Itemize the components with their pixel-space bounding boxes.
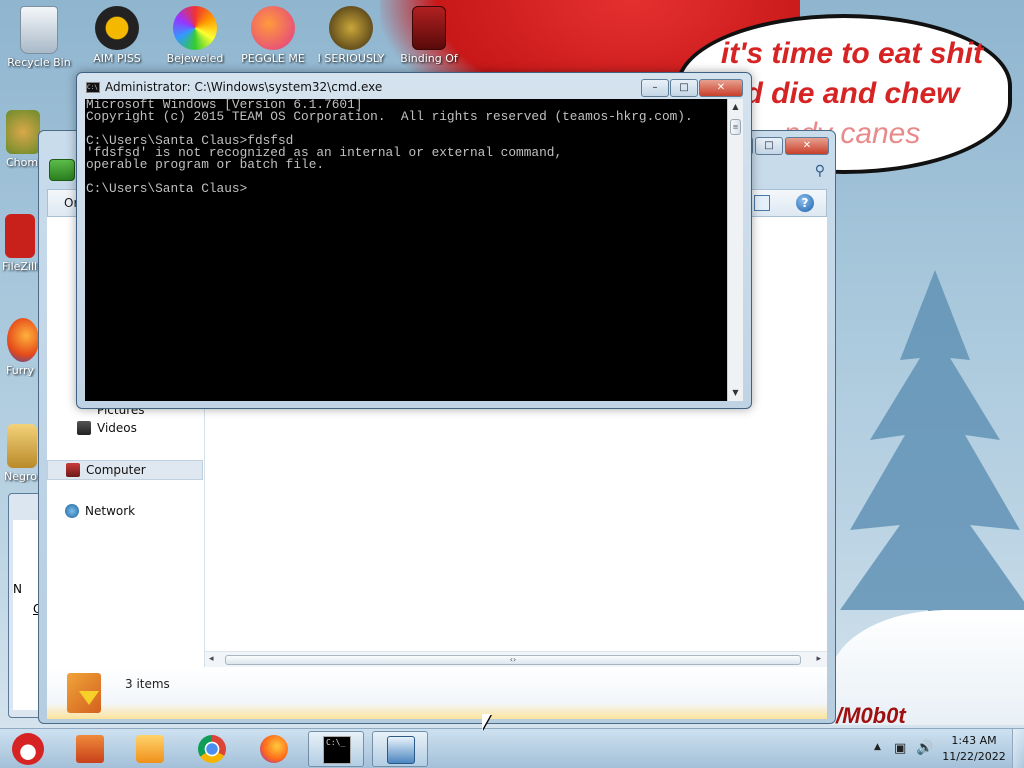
scroll-left-icon[interactable]: ◂ — [209, 654, 214, 664]
videos-icon — [77, 421, 91, 435]
taskbar-chrome[interactable] — [184, 731, 240, 767]
taskbar-file-explorer[interactable] — [62, 731, 118, 767]
maximize-button[interactable]: □ — [670, 79, 698, 97]
desktop-icon-aim[interactable]: AIM PISS — [78, 6, 156, 65]
folder-icon — [76, 735, 104, 763]
nav-item-label: Network — [85, 504, 136, 518]
aim-icon — [95, 6, 139, 50]
taskbar-firefox[interactable] — [246, 731, 302, 767]
console-line: Copyright (c) 2015 TEAM OS Corporation. … — [86, 109, 693, 124]
partial-window-left[interactable]: N O — [8, 493, 42, 718]
chrome-icon — [198, 735, 226, 763]
santa-start-icon — [12, 733, 44, 765]
mouse-pointer — [482, 714, 491, 730]
clock-time: 1:43 AM — [951, 734, 997, 747]
desktop-icon-filezilla[interactable]: FileZill — [2, 214, 38, 273]
close-button[interactable]: ✕ — [699, 79, 743, 97]
firefox-furry-icon — [7, 318, 39, 362]
desktop-icon-label: Furry — [6, 364, 35, 377]
help-icon[interactable]: ? — [796, 194, 814, 212]
details-pane: 3 items — [47, 667, 827, 719]
clock[interactable]: 1:43 AM 11/22/2022 — [942, 733, 1006, 765]
show-hidden-icons-icon[interactable]: ▲ — [874, 742, 881, 752]
cmd-titlebar[interactable]: C:\ Administrator: C:\Windows\system32\c… — [77, 73, 751, 99]
maximize-button[interactable]: □ — [755, 137, 783, 155]
show-desktop-button[interactable] — [1012, 729, 1024, 768]
desktop-icon-negro[interactable]: Negro — [4, 424, 40, 483]
firefox-icon — [260, 735, 288, 763]
nav-item-computer[interactable]: Computer — [47, 460, 203, 480]
taskbar: C:\_ ▲ ▣ 🔊 1:43 AM 11/22/2022 — [0, 728, 1024, 768]
scroll-down-icon[interactable]: ▼ — [728, 385, 743, 401]
bejeweled-icon — [173, 6, 217, 50]
desktop-icon-peggle[interactable]: PEGGLE ME — [234, 6, 312, 65]
clock-date: 11/22/2022 — [942, 750, 1006, 763]
nav-item-label: Videos — [97, 421, 137, 435]
cmd-window-controls: – □ ✕ — [641, 79, 743, 97]
console-line: operable program or batch file. — [86, 157, 325, 172]
desktop-icon-chom[interactable]: Chom — [6, 110, 40, 169]
vertical-scrollbar[interactable]: ▲ ≡ ▼ — [727, 99, 743, 401]
taskbar-window-app[interactable] — [372, 731, 428, 767]
cmd-icon: C:\_ — [323, 736, 351, 764]
cmd-title-icon: C:\ — [86, 82, 100, 93]
recycle-bin-icon — [20, 6, 58, 54]
chom-icon — [6, 110, 40, 154]
search-icon[interactable]: ⚲ — [815, 163, 825, 179]
desktop-icon-seriously[interactable]: I SERIOUSLY — [312, 6, 390, 65]
nav-item-videos[interactable]: Videos — [77, 421, 137, 435]
partial-window-content: N O — [13, 520, 42, 710]
start-button[interactable] — [6, 731, 50, 767]
house-icon — [7, 424, 37, 468]
desktop-icon-label: Negro — [4, 470, 37, 483]
partial-label-n: N — [13, 582, 22, 596]
desktop-icon-furry[interactable]: Furry — [6, 318, 40, 377]
scroll-right-icon[interactable]: ▸ — [816, 654, 821, 664]
bubble-line-1: it's time to eat shit — [720, 37, 984, 70]
back-button[interactable] — [49, 159, 75, 181]
item-count: 3 items — [125, 677, 170, 691]
system-tray: ▲ ▣ 🔊 1:43 AM 11/22/2022 — [864, 729, 1024, 768]
desktop-icon-label: I SERIOUSLY — [317, 52, 385, 65]
desktop-icon-label: FileZill — [2, 260, 38, 273]
cmd-window-title: Administrator: C:\Windows\system32\cmd.e… — [105, 80, 383, 94]
folder-download-icon — [67, 673, 101, 713]
minimize-button[interactable]: – — [641, 79, 669, 97]
desktop-icon-label: Recycle Bin — [7, 56, 71, 69]
media-player-icon — [136, 735, 164, 763]
desktop-icon-label: AIM PISS — [93, 52, 141, 65]
volume-icon[interactable]: 🔊 — [916, 740, 933, 756]
horizontal-scrollbar[interactable]: ◂ ‹› ▸ — [205, 651, 827, 667]
desktop-icon-label: PEGGLE ME — [241, 52, 305, 65]
console-line: C:\Users\Santa Claus> — [86, 181, 248, 196]
nav-item-label: Computer — [86, 463, 146, 477]
scroll-up-icon[interactable]: ▲ — [728, 99, 743, 115]
cmd-window[interactable]: C:\ Administrator: C:\Windows\system32\c… — [76, 72, 752, 409]
desktop-icon-bejeweled[interactable]: Bejeweled — [156, 6, 234, 65]
desktop-icon-binding-of[interactable]: Binding Of — [390, 6, 468, 65]
desktop-icon-label: Bejeweled — [166, 52, 224, 65]
desktop-icon-recycle-bin[interactable]: Recycle Bin — [0, 6, 78, 69]
desktop-icon-label: Chom — [6, 156, 39, 169]
filezilla-icon — [5, 214, 35, 258]
desktop-icon-label: Binding Of — [400, 52, 458, 65]
nav-item-network[interactable]: Network — [65, 504, 135, 518]
computer-icon — [66, 463, 80, 477]
close-button[interactable]: ✕ — [785, 137, 829, 155]
taskbar-media-player[interactable] — [122, 731, 178, 767]
console-text: Microsoft Windows [Version 6.1.7601] Copy… — [86, 98, 693, 196]
binding-of-isaac-icon — [412, 6, 446, 50]
wallpaper-watermark: /M0b0t — [836, 703, 906, 728]
scrollbar-thumb[interactable]: ‹› — [225, 655, 801, 665]
preview-pane-icon[interactable] — [754, 195, 770, 211]
window-app-icon — [387, 736, 415, 764]
network-icon — [65, 504, 79, 518]
network-tray-icon[interactable]: ▣ — [894, 741, 906, 756]
seriously-icon — [329, 6, 373, 50]
taskbar-command-prompt[interactable]: C:\_ — [308, 731, 364, 767]
console-output[interactable]: Microsoft Windows [Version 6.1.7601] Copy… — [85, 98, 727, 401]
scrollbar-thumb[interactable]: ≡ — [730, 119, 741, 135]
peggle-icon — [251, 6, 295, 50]
